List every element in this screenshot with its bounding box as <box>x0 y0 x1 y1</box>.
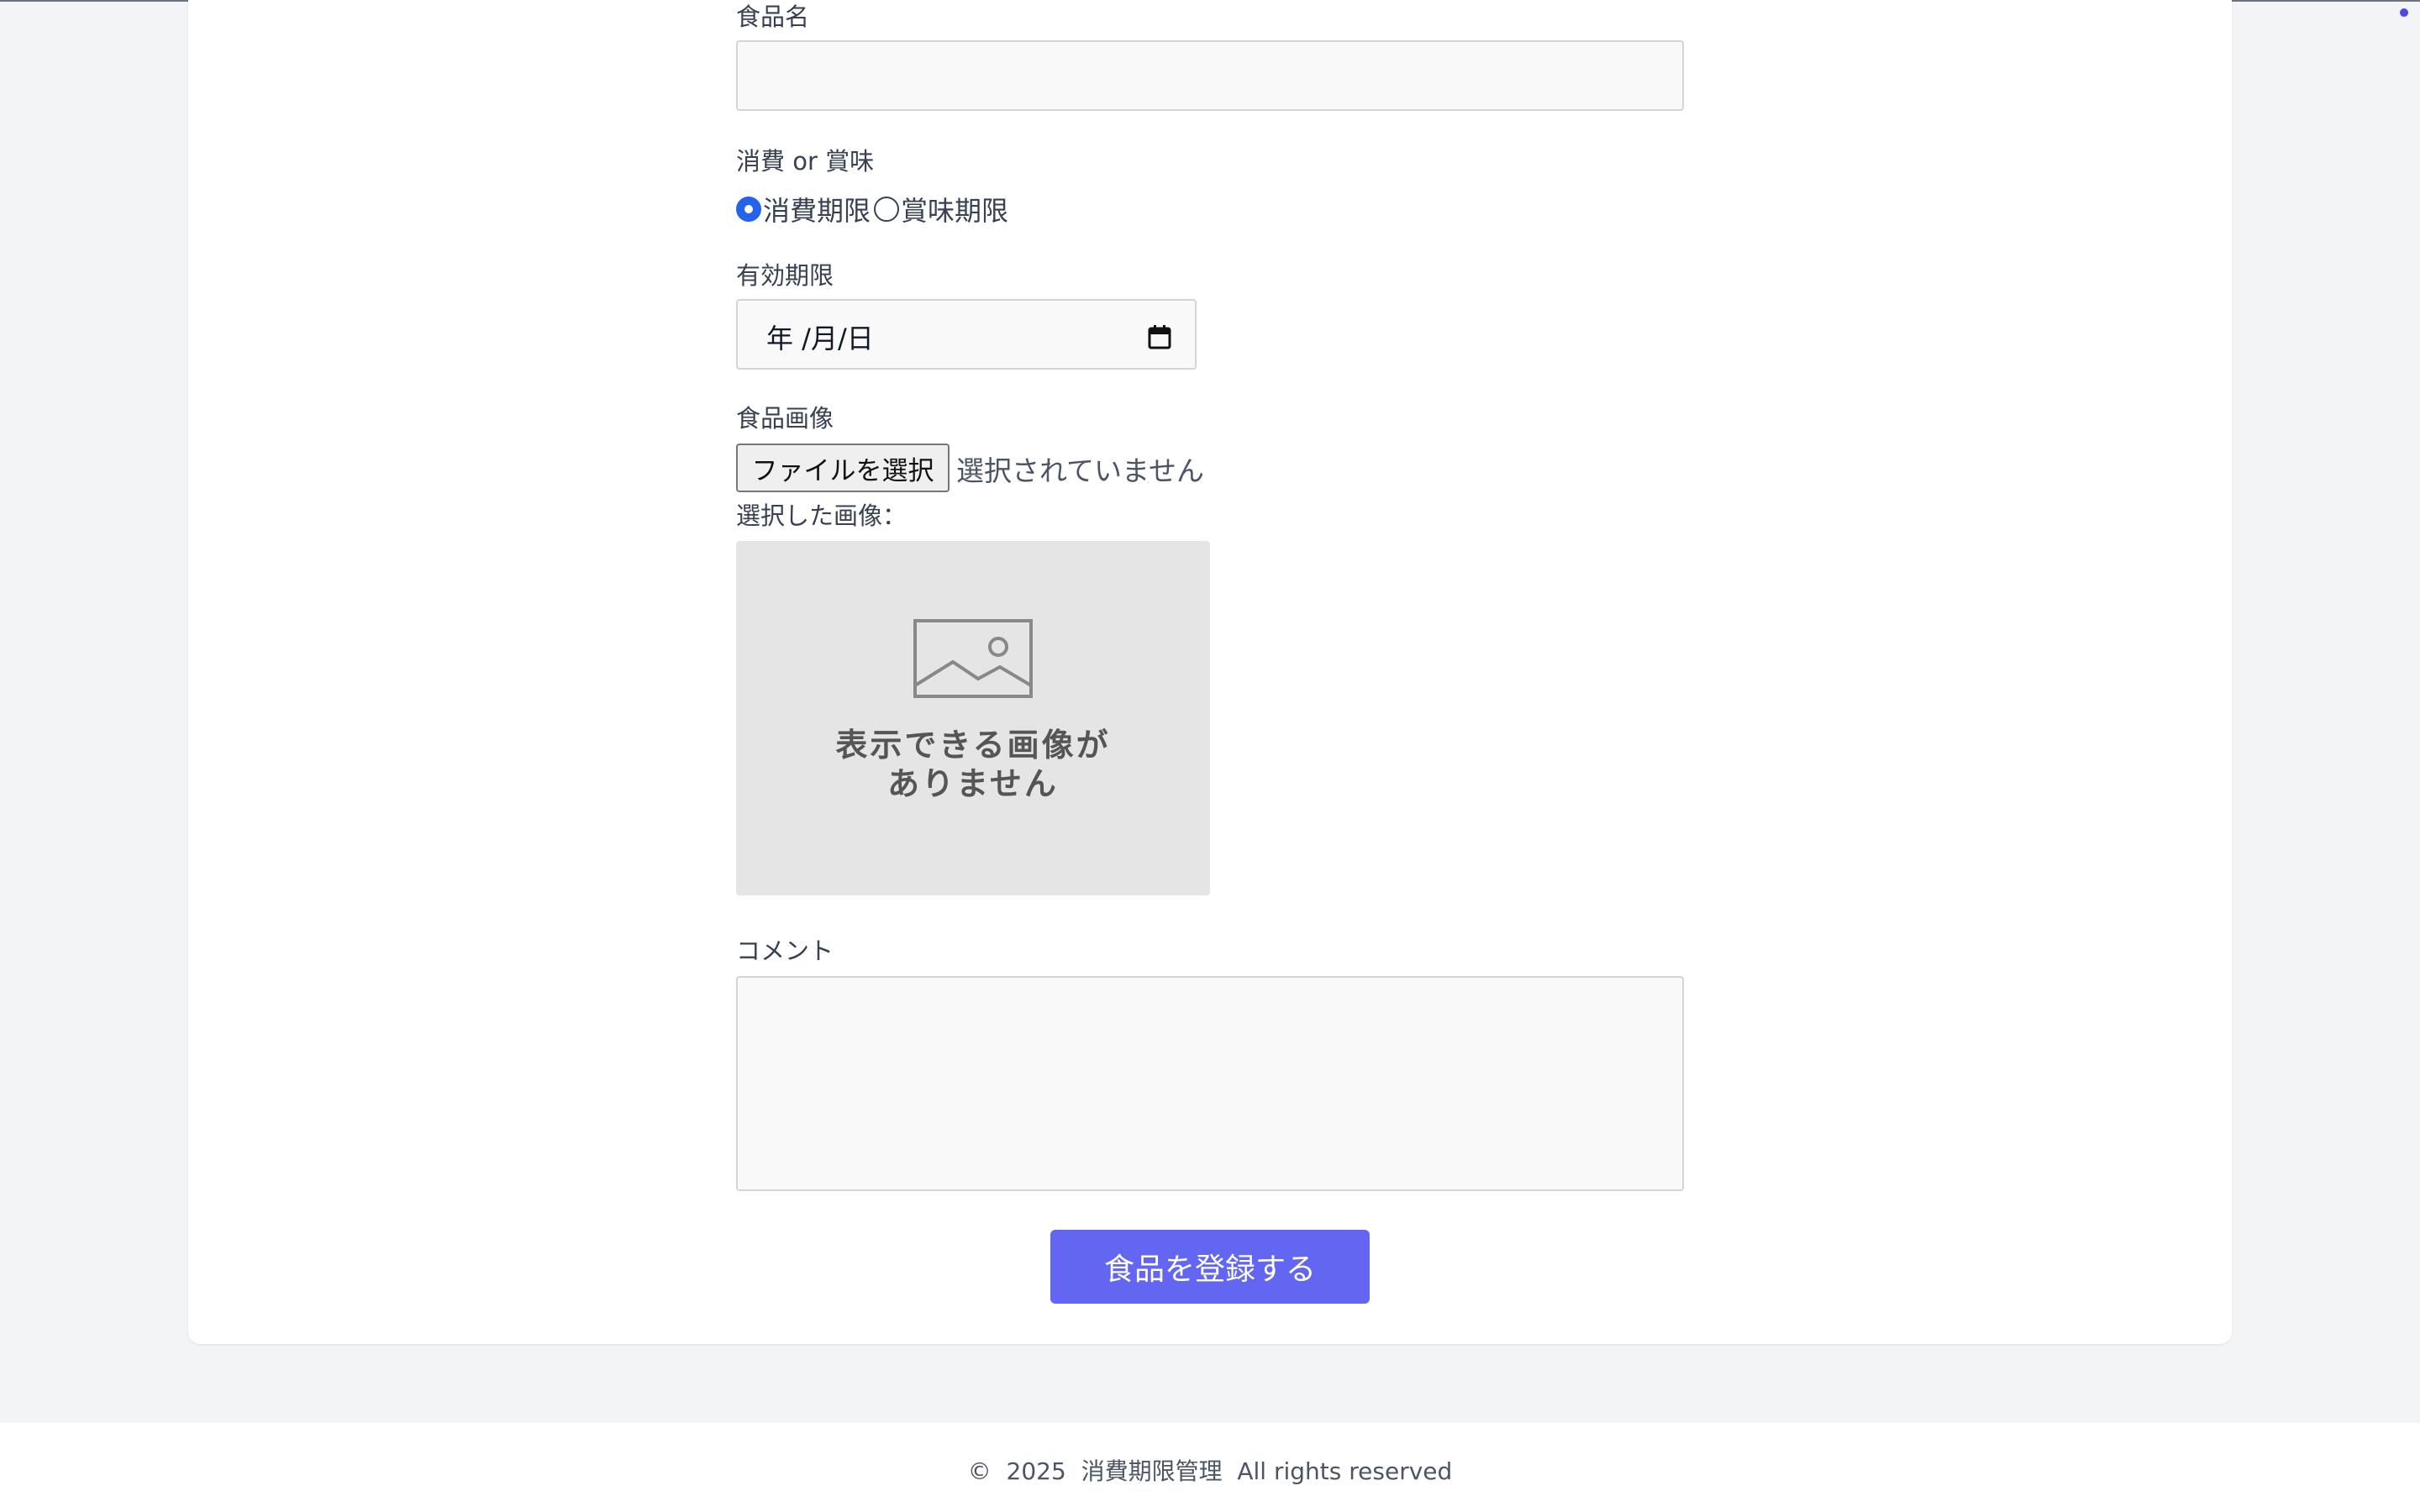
comment-textarea[interactable] <box>736 976 1684 1191</box>
radio-best-before[interactable] <box>874 197 900 222</box>
file-status: 選択されていません <box>956 454 1205 487</box>
type-label: 消費 or 賞味 <box>736 147 875 176</box>
indicator-dot <box>2400 8 2408 17</box>
type-radio-group: 消費期限 賞味期限 <box>736 190 1008 228</box>
radio-best-before-label[interactable]: 賞味期限 <box>901 190 1008 228</box>
food-name-label: 食品名 <box>736 3 810 31</box>
selected-image-label: 選択した画像： <box>736 501 908 530</box>
radio-consume[interactable] <box>736 197 761 222</box>
radio-consume-label[interactable]: 消費期限 <box>763 190 871 228</box>
image-placeholder-icon <box>913 619 1033 698</box>
food-name-input[interactable] <box>736 40 1684 111</box>
calendar-icon[interactable] <box>1148 324 1171 349</box>
no-image-text: 表示できる画像が ありません <box>736 726 1210 803</box>
expiry-label: 有効期限 <box>736 261 834 290</box>
choose-file-button[interactable]: ファイルを選択 <box>736 444 950 492</box>
no-image-line2: ありません <box>887 765 1059 802</box>
comment-label: コメント <box>736 937 834 965</box>
expiry-date-input[interactable]: 年 /月/日 <box>736 299 1197 370</box>
footer-copyright: © 2025 消費期限管理 All rights reserved <box>967 1457 1453 1485</box>
no-image-line1: 表示できる画像が <box>835 727 1111 764</box>
expiry-date-placeholder: 年 /月/日 <box>766 323 874 354</box>
image-preview: 表示できる画像が ありません <box>736 541 1210 895</box>
image-label: 食品画像 <box>736 404 834 433</box>
footer: © 2025 消費期限管理 All rights reserved <box>0 1423 2420 1512</box>
register-food-button[interactable]: 食品を登録する <box>1050 1230 1370 1304</box>
